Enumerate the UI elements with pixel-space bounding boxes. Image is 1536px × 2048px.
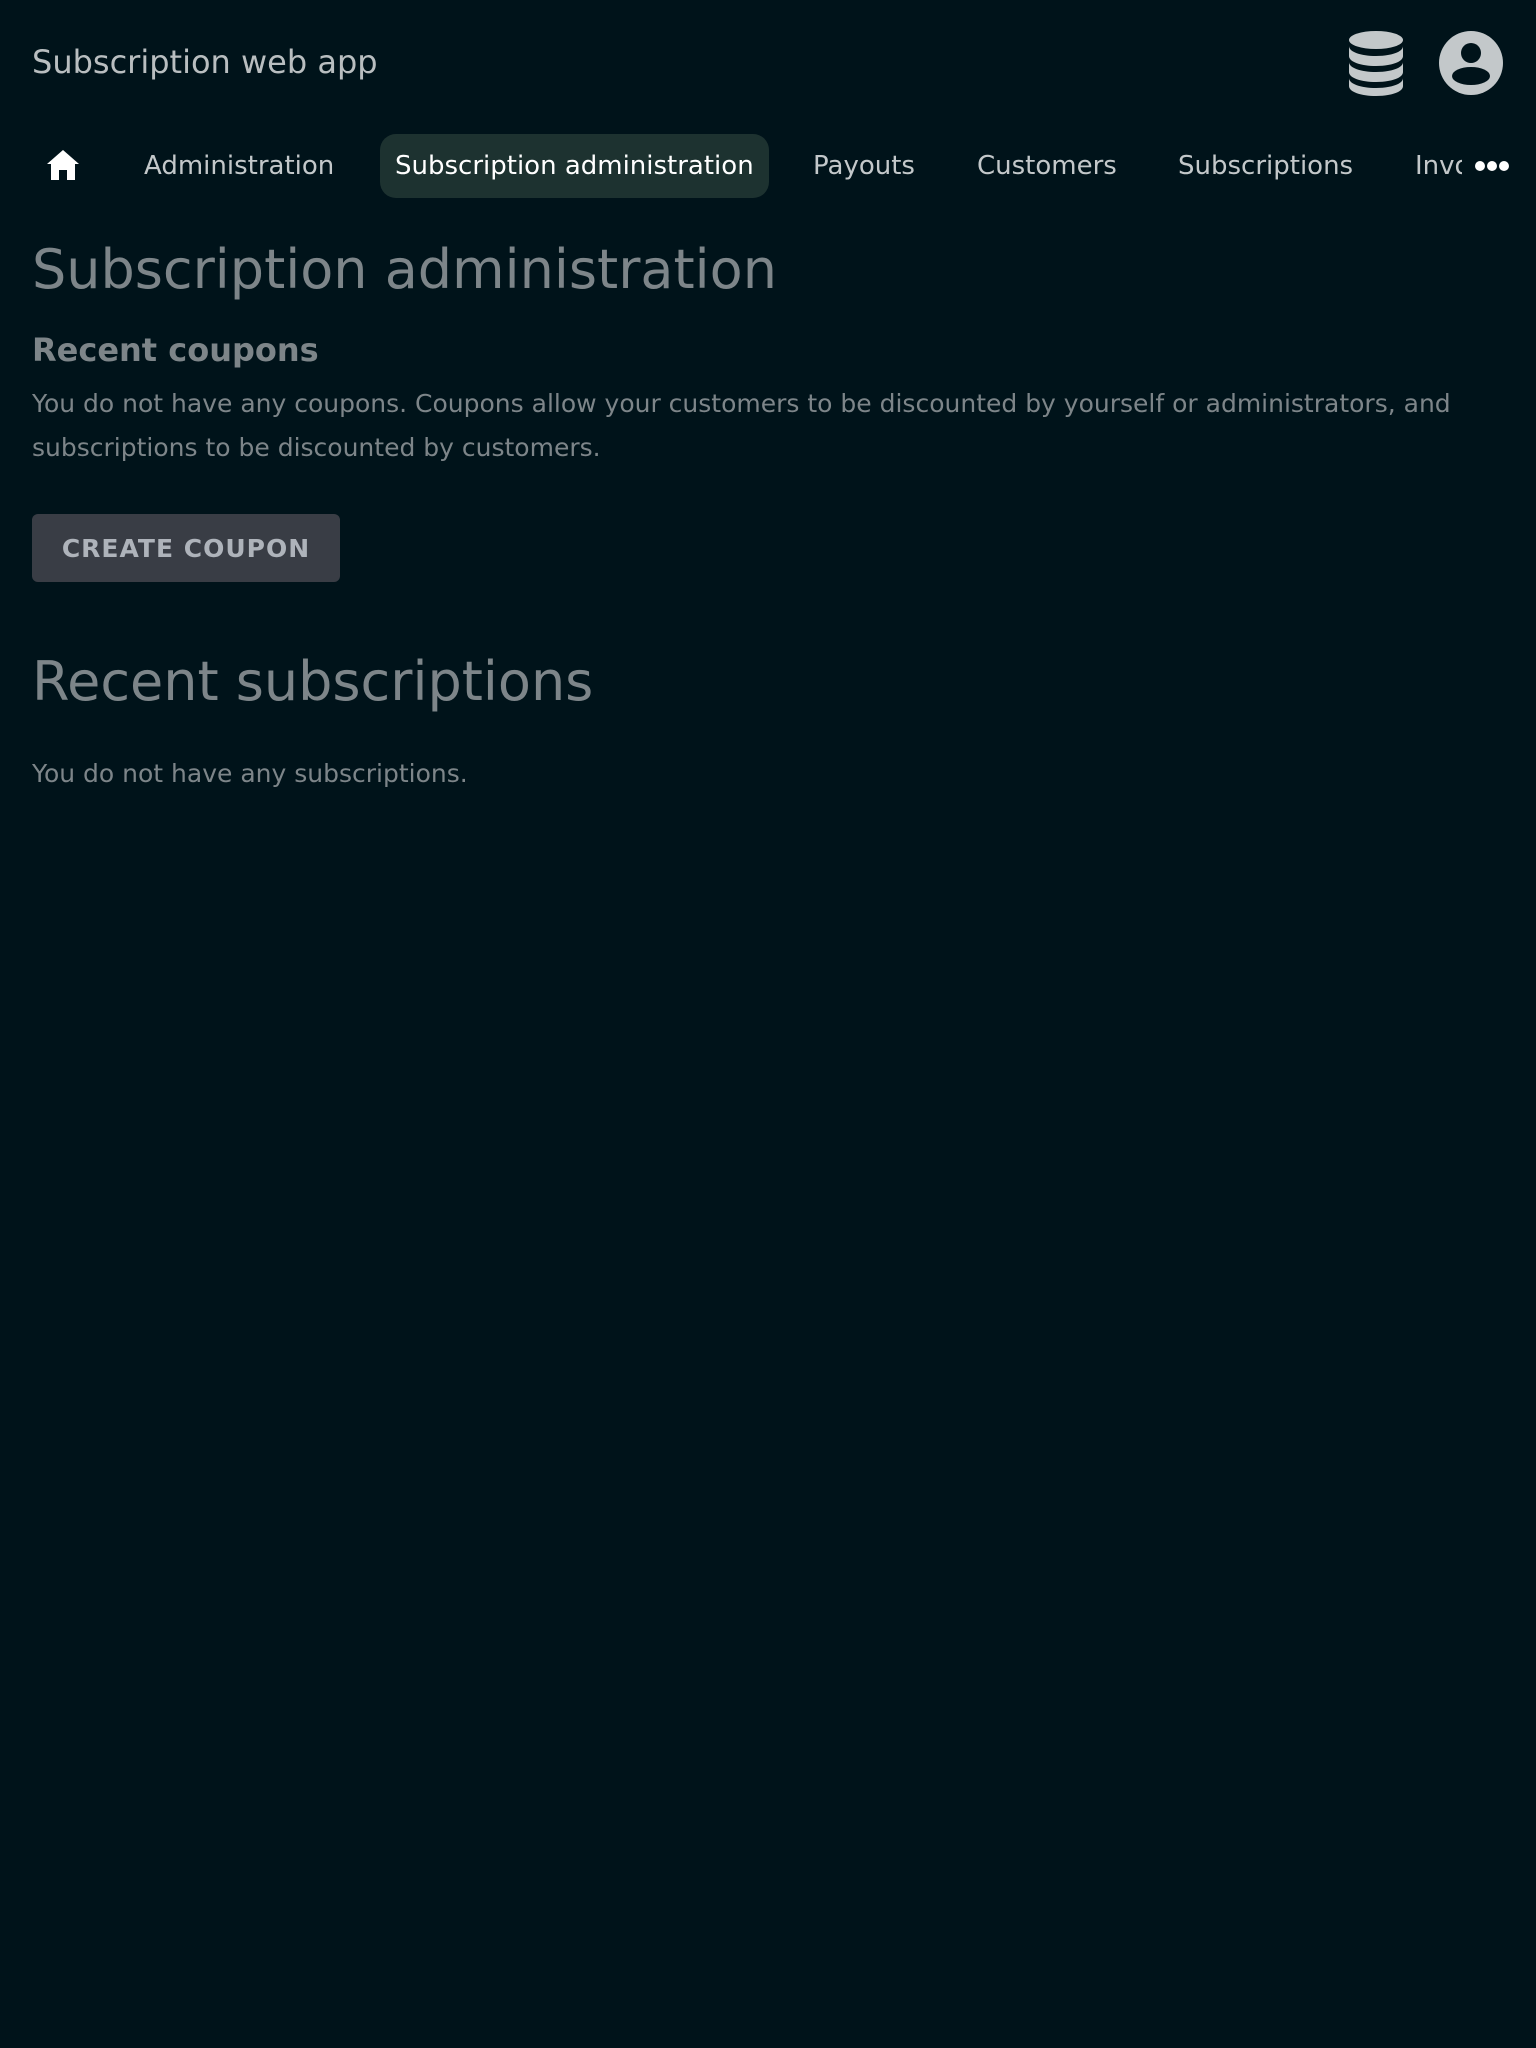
app-root: Subscription web app Administration Subs… [0, 0, 1536, 2048]
app-title: Subscription web app [32, 43, 378, 81]
coupons-empty-text: You do not have any coupons. Coupons all… [32, 389, 1451, 462]
nav-item-payouts[interactable]: Payouts [798, 134, 930, 198]
home-icon[interactable] [38, 140, 88, 190]
nav-overflow-clip: Invoices [1400, 134, 1462, 198]
page-title: Subscription administration [32, 238, 777, 301]
database-icon[interactable] [1343, 30, 1409, 96]
nav-item-invoices[interactable]: Invoices [1400, 134, 1462, 198]
main-nav: Administration Subscription administrati… [0, 130, 1536, 200]
recent-subscriptions-heading: Recent subscriptions [32, 650, 594, 713]
account-circle-icon[interactable] [1438, 30, 1504, 96]
main-content: Subscription administration Recent coupo… [32, 230, 1504, 796]
recent-coupons-heading: Recent coupons [32, 331, 319, 369]
nav-item-subscription-administration[interactable]: Subscription administration [380, 134, 769, 198]
nav-item-administration[interactable]: Administration [129, 134, 349, 198]
nav-item-customers[interactable]: Customers [962, 134, 1132, 198]
more-horizontal-icon[interactable] [1470, 146, 1514, 186]
create-coupon-button[interactable]: CREATE COUPON [32, 514, 340, 582]
nav-item-subscriptions[interactable]: Subscriptions [1163, 134, 1368, 198]
subscriptions-empty-text: You do not have any subscriptions. [32, 759, 468, 788]
app-header: Subscription web app [0, 0, 1536, 126]
